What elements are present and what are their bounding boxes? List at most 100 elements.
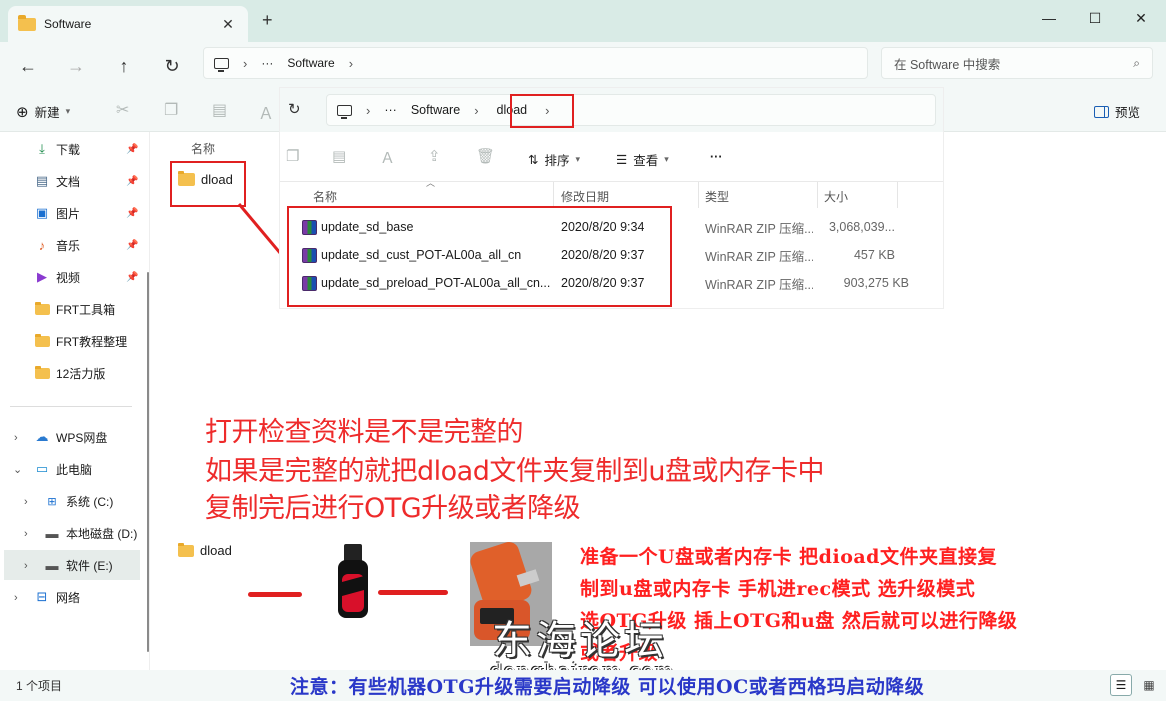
column-divider[interactable] — [897, 182, 898, 208]
rename-icon[interactable]: Ａ — [380, 147, 395, 168]
pin-icon: 📌 — [126, 175, 139, 187]
paste-icon[interactable]: ▤ — [212, 100, 227, 120]
search-input[interactable]: 在 Software 中搜索 ⌕ — [881, 47, 1153, 79]
item-count: 1 个项目 — [16, 679, 63, 693]
column-header-name[interactable]: 名称 — [313, 186, 337, 208]
column-header-date[interactable]: 修改日期 — [561, 186, 609, 208]
sidebar-item-12-huoli[interactable]: 12活力版 — [0, 358, 145, 388]
copy-icon[interactable]: ❐ — [164, 100, 178, 120]
sidebar-item-label: 文档 — [56, 174, 81, 189]
close-button[interactable]: ✕ — [1118, 4, 1164, 32]
sort-button[interactable]: ⇅ 排序 ▾ — [528, 150, 580, 169]
sidebar-item-downloads[interactable]: ⤓ 下载 📌 — [0, 134, 145, 164]
sidebar-item-wps-cloud[interactable]: ☁ WPS网盘 — [0, 422, 145, 452]
chevron-down-icon: ▾ — [575, 154, 581, 164]
navigation-pane: ⤓ 下载 📌 ▤ 文档 📌 ▣ 图片 📌 ♪ 音乐 📌 ▶ 视频 📌 FRT工具… — [0, 132, 150, 670]
chevron-right-icon: › — [243, 55, 248, 71]
chevron-right-icon[interactable]: › — [24, 560, 28, 572]
pc-icon: ▭ — [35, 461, 49, 476]
sidebar-item-frt-tools[interactable]: FRT工具箱 — [0, 294, 145, 324]
delete-icon[interactable]: 🗑 — [476, 147, 495, 165]
folder-icon — [34, 301, 50, 316]
arrow-line — [248, 592, 302, 597]
sidebar-item-pictures[interactable]: ▣ 图片 📌 — [0, 198, 145, 228]
chevron-down-icon: ▾ — [65, 106, 71, 116]
sidebar-item-this-pc[interactable]: ▭ 此电脑 — [0, 454, 145, 484]
more-options-button[interactable]: ··· — [710, 150, 723, 164]
rename-icon[interactable]: Ａ — [258, 100, 274, 124]
sort-label: 排序 — [544, 154, 570, 168]
refresh-icon[interactable]: ↻ — [158, 52, 186, 80]
cut-icon[interactable]: ✂ — [116, 100, 129, 120]
folder-icon — [18, 14, 36, 31]
overlay-command-bar: ❐ ▤ Ａ ⇪ 🗑 ⇅ 排序 ▾ ☰ 查看 ▾ ··· — [280, 132, 943, 182]
sidebar-item-label: 视频 — [56, 270, 81, 285]
column-divider[interactable] — [817, 182, 818, 208]
forward-icon[interactable]: → — [62, 52, 90, 80]
refresh-icon[interactable]: ↻ — [288, 100, 301, 118]
sidebar-item-drive-c[interactable]: ⊞ 系统 (C:) — [0, 486, 145, 516]
view-button[interactable]: ☰ 查看 ▾ — [616, 150, 669, 169]
music-icon: ♪ — [38, 237, 46, 253]
column-divider[interactable] — [553, 182, 554, 208]
column-header-size[interactable]: 大小 — [824, 186, 848, 208]
file-size: 3,068,039... — [828, 220, 895, 234]
annotation-line-1: 打开检查资料是不是完整的 — [205, 417, 524, 448]
video-icon: ▶ — [37, 269, 47, 284]
title-bar: Software ✕ + — ☐ ✕ — [0, 0, 1166, 42]
bottom-folder-name: dload — [200, 543, 232, 558]
maximize-button[interactable]: ☐ — [1072, 4, 1118, 32]
sidebar-item-network[interactable]: ⊟ 网络 — [0, 582, 145, 612]
copy-icon[interactable]: ❐ — [286, 147, 299, 165]
sidebar-item-label: 此电脑 — [56, 462, 93, 477]
breadcrumb-software[interactable]: Software — [287, 56, 334, 70]
sidebar-item-documents[interactable]: ▤ 文档 📌 — [0, 166, 145, 196]
pin-icon: 📌 — [126, 239, 139, 251]
sidebar-item-label: 网络 — [56, 590, 81, 605]
preview-button[interactable]: 预览 — [1094, 102, 1140, 121]
tab-software[interactable]: Software ✕ — [8, 6, 248, 42]
search-placeholder: 在 Software 中搜索 — [894, 57, 1001, 72]
cloud-icon: ☁ — [35, 429, 49, 444]
back-icon[interactable]: ← — [14, 52, 42, 80]
file-type: WinRAR ZIP 压缩... — [705, 221, 813, 236]
sidebar-item-drive-d[interactable]: ▬ 本地磁盘 (D:) — [0, 518, 145, 548]
overlay-address-bar[interactable]: › ··· Software › dload › — [326, 94, 936, 126]
tab-close-icon[interactable]: ✕ — [218, 16, 238, 33]
new-tab-button[interactable]: + — [262, 10, 273, 31]
column-header-name[interactable]: 名称 — [191, 140, 215, 157]
new-button[interactable]: ⊕ 新建 ▾ — [16, 102, 70, 121]
bottom-folder-item: dload — [178, 542, 232, 558]
pin-icon: 📌 — [126, 207, 139, 219]
paste-icon[interactable]: ▤ — [332, 147, 346, 165]
breadcrumb-software[interactable]: Software — [411, 103, 460, 117]
arrow-line — [378, 590, 448, 595]
sidebar-item-label: FRT教程整理 — [56, 334, 128, 349]
sidebar-item-label: FRT工具箱 — [56, 302, 116, 317]
column-header-type[interactable]: 类型 — [705, 186, 729, 208]
column-divider[interactable] — [698, 182, 699, 208]
chevron-down-icon: ▾ — [664, 154, 669, 164]
tab-title: Software — [44, 17, 92, 31]
picture-icon: ▣ — [35, 205, 49, 220]
up-icon[interactable]: ↑ — [110, 52, 138, 80]
sidebar-item-frt-tutorials[interactable]: FRT教程整理 — [0, 326, 145, 356]
minimize-button[interactable]: — — [1026, 4, 1072, 32]
sidebar-item-label: 下载 — [56, 142, 81, 157]
sidebar-item-music[interactable]: ♪ 音乐 📌 — [0, 230, 145, 260]
footer-note: 注意：有些机器OTG升级需要启动降级 可以使用OC或者西格玛启动降级 — [290, 676, 925, 698]
breadcrumb-more[interactable]: ··· — [261, 56, 273, 70]
pc-icon — [337, 104, 352, 119]
breadcrumb-more[interactable]: ··· — [384, 103, 397, 117]
sidebar-scrollbar[interactable] — [147, 272, 149, 652]
address-bar[interactable]: › ··· Software › — [203, 47, 868, 79]
plus-circle-icon: ⊕ — [16, 103, 29, 121]
share-icon[interactable]: ⇪ — [428, 147, 441, 165]
pin-icon: 📌 — [126, 271, 139, 283]
tiles-view-icon[interactable]: ▦ — [1138, 674, 1160, 696]
sidebar-item-videos[interactable]: ▶ 视频 📌 — [0, 262, 145, 292]
instruction-line-2: 制到u盘或内存卡 手机进rec模式 选升级模式 — [580, 578, 976, 600]
chevron-right-icon: › — [366, 102, 371, 118]
details-view-icon[interactable]: ☰ — [1110, 674, 1132, 696]
view-icon: ☰ — [616, 153, 628, 167]
